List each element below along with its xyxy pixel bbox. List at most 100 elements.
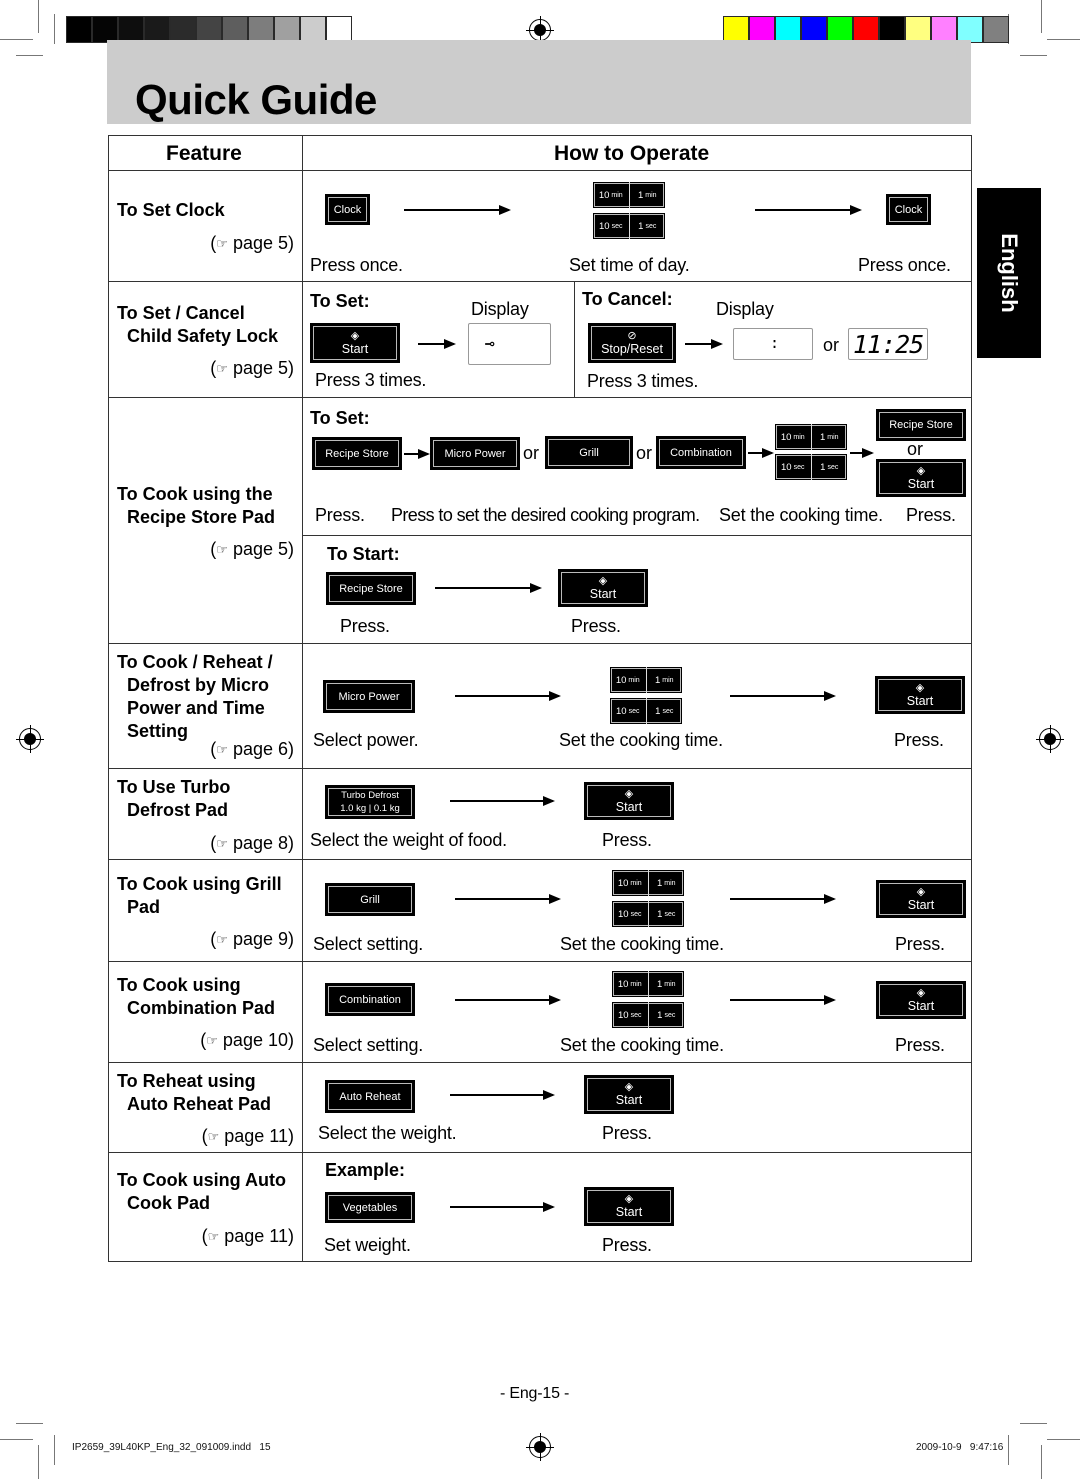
time-keypad: 10 min 1 min 10 sec 1 sec (610, 667, 682, 725)
10-min-key: 10 min (610, 667, 647, 693)
example-label: Example: (325, 1160, 406, 1180)
page-reference: (☞ page 8) (210, 833, 294, 853)
display-lock-symbol: ⊸ (468, 323, 551, 365)
arrow-icon (748, 448, 774, 458)
start-key-label: Start (907, 897, 935, 912)
combination-key: Combination (656, 436, 746, 469)
crop-mark (1047, 1439, 1080, 1440)
arrow-icon (455, 691, 561, 701)
1-min-key: 1 min (656, 877, 676, 889)
step-caption: Set the cooking time. (560, 1035, 724, 1055)
10-min-key: 10 min (593, 182, 630, 208)
crop-mark (1008, 1435, 1009, 1465)
recipe-store-key: Recipe Store (326, 572, 416, 605)
start-icon: ◈ (916, 885, 926, 898)
crop-mark (38, 1445, 39, 1479)
crop-mark (54, 1435, 55, 1465)
pointing-hand-icon: ☞ (216, 361, 228, 376)
page-reference: (☞ page 11) (201, 1126, 294, 1146)
print-timestamp: 2009-10-9 9:47:16 (916, 1442, 1004, 1453)
row-divider (108, 961, 972, 962)
color-swatch (775, 16, 801, 43)
start-key: ◈ Start (875, 676, 965, 714)
start-icon: ◈ (350, 329, 360, 342)
feature-title: To Cook using (117, 975, 241, 995)
stop-icon: ⊘ (627, 329, 637, 342)
display-blank: : (733, 328, 813, 360)
start-icon: ◈ (915, 681, 925, 694)
time-keypad: 10 min 1 min 10 sec 1 sec (612, 870, 684, 928)
start-key-label: Start (907, 998, 935, 1013)
time-keypad: 10 min 1 min 10 sec 1 sec (593, 182, 665, 240)
row-divider (108, 768, 972, 769)
color-swatch (723, 16, 749, 43)
color-swatch (827, 16, 853, 43)
step-caption: Set time of day. (569, 255, 690, 275)
start-icon: ◈ (916, 986, 926, 999)
feature-title: To Reheat using (117, 1071, 256, 1091)
step-caption: Press. (602, 1123, 652, 1143)
feature-title: To Use Turbo (117, 777, 231, 797)
start-key-label: Start (341, 341, 369, 356)
1-min-key: 1 min (654, 674, 674, 686)
registration-mark-icon (16, 725, 44, 753)
row-divider (108, 281, 972, 282)
feature-title: To Cook using the (117, 484, 273, 504)
page-ref-text: page 5 (232, 233, 288, 253)
feature-grill: To Cook using Grill Pad (117, 873, 282, 919)
color-swatch (66, 16, 92, 43)
feature-child-safety-lock: To Set / Cancel Child Safety Lock (117, 302, 278, 348)
step-caption: Set the cooking time. (559, 730, 723, 750)
grill-key: Grill (325, 883, 415, 916)
arrow-icon (455, 995, 561, 1005)
language-tab-label: English (997, 233, 1022, 313)
start-icon: ◈ (916, 464, 926, 477)
1-sec-key: 1 sec (657, 908, 676, 920)
color-swatch (300, 16, 326, 43)
clock-key: Clock (886, 194, 931, 225)
crop-mark (1020, 1423, 1047, 1424)
display-time: 11:25 (848, 328, 928, 360)
row-divider (302, 535, 972, 536)
crop-mark (16, 1423, 43, 1424)
recipe-store-key: Recipe Store (312, 437, 402, 470)
turbo-defrost-key: Turbo Defrost 1.0 kg | 0.1 kg (325, 785, 415, 819)
turbo-defrost-title: Turbo Defrost (341, 790, 399, 801)
start-key-label: Start (589, 586, 617, 601)
feature-title-line2: Defrost Pad (127, 800, 229, 820)
recipe-store-key: Recipe Store (876, 409, 966, 441)
step-caption: Press. (340, 616, 390, 636)
color-swatch (957, 16, 983, 43)
page-title: Quick Guide (135, 76, 377, 123)
step-caption: Set the cooking time. (560, 934, 724, 954)
stop-reset-key-label: Stop/Reset (601, 341, 663, 356)
language-tab: English (977, 188, 1041, 358)
feature-micro-power: To Cook / Reheat / Defrost by Micro Power … (117, 651, 273, 743)
step-caption: Press once. (310, 255, 403, 275)
page-reference: (☞ page 5) (210, 539, 294, 559)
start-key: ◈ Start (584, 1075, 674, 1114)
feature-title-line2: Child Safety Lock (127, 326, 279, 346)
crop-mark (1020, 55, 1047, 56)
registration-mark-icon (526, 1433, 554, 1461)
feature-turbo-defrost: To Use Turbo Defrost Pad (117, 776, 230, 822)
page-reference: (☞ page 9) (210, 929, 294, 949)
feature-auto-reheat: To Reheat using Auto Reheat Pad (117, 1070, 271, 1116)
display-label: Display (471, 299, 529, 319)
1-min-key: 1 min (656, 978, 676, 990)
row-divider (108, 1062, 972, 1063)
start-key: ◈ Start (584, 782, 674, 820)
color-swatch (801, 16, 827, 43)
pointing-hand-icon: ☞ (206, 1033, 218, 1048)
color-swatch (905, 16, 931, 43)
feature-auto-cook: To Cook using Auto Cook Pad (117, 1169, 286, 1215)
page-reference: (☞ page 6) (210, 739, 294, 759)
page-ref-text: page 11 (224, 1226, 288, 1246)
page-number: - Eng-15 - (500, 1385, 570, 1402)
step-caption: Set weight. (324, 1235, 411, 1255)
grill-key: Grill (545, 436, 633, 469)
time-keypad: 10 min 1 min 10 sec 1 sec (612, 971, 684, 1029)
color-swatch (92, 16, 118, 43)
arrow-icon (404, 449, 430, 459)
display-label: Display (716, 299, 774, 319)
